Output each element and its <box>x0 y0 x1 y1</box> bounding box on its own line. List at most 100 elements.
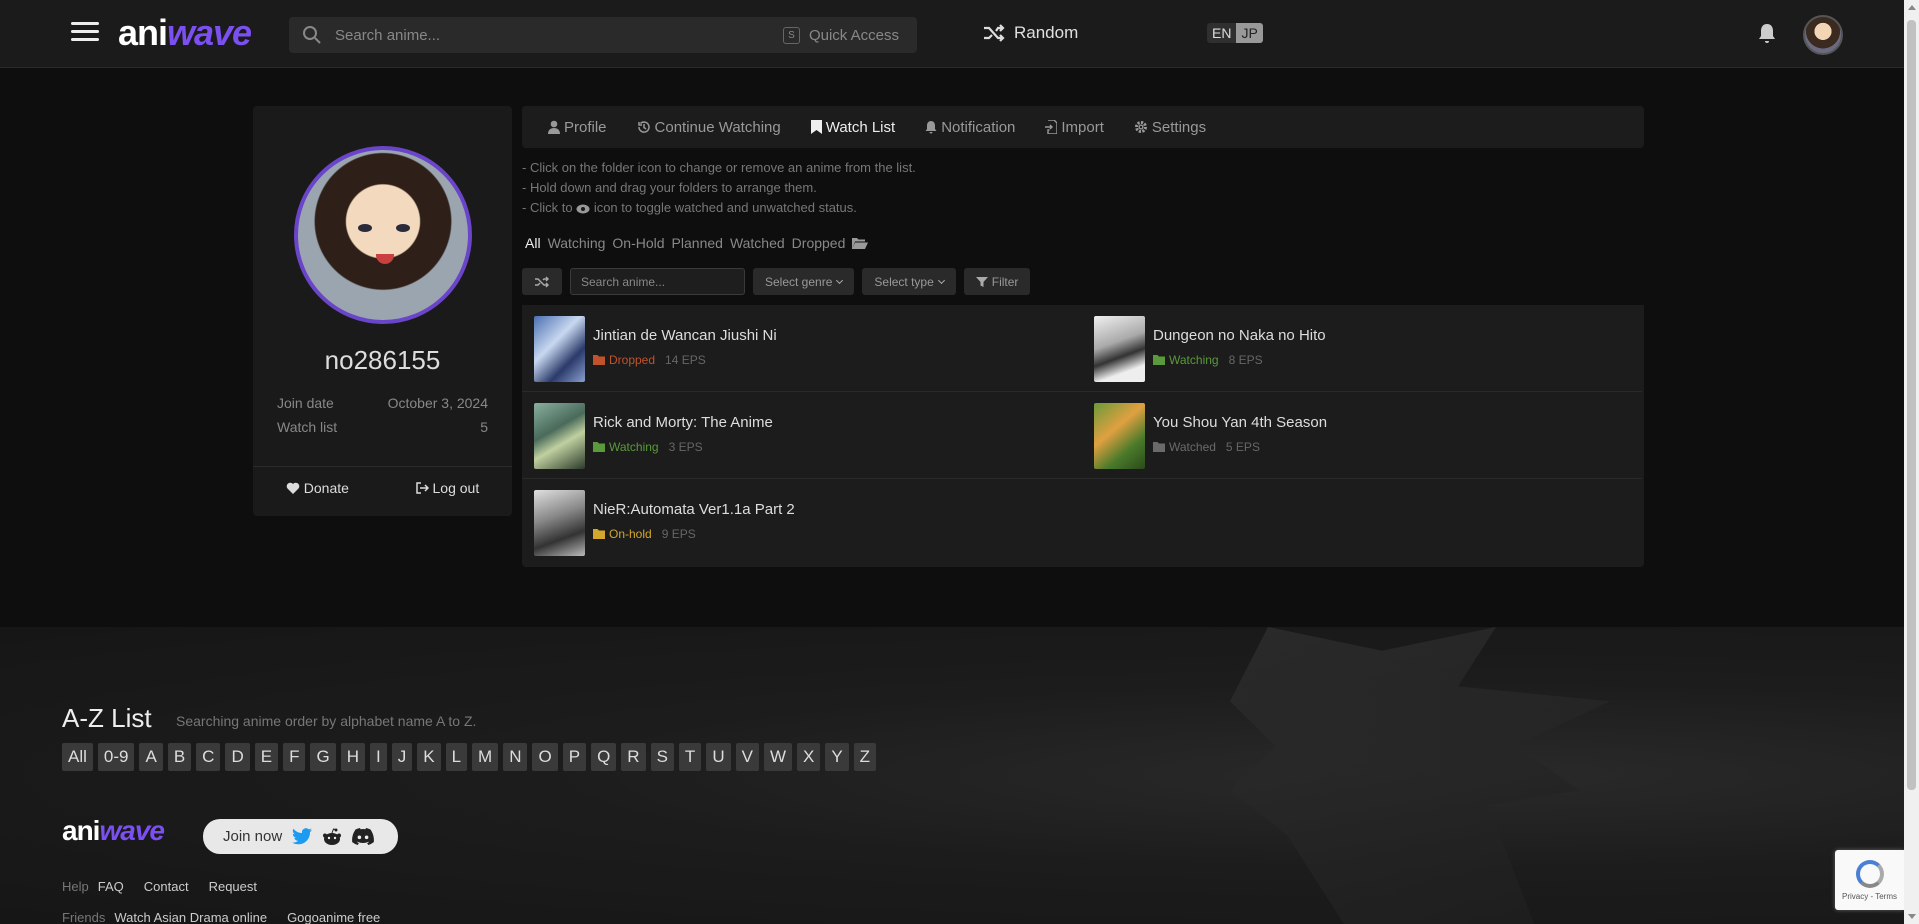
tab-notification[interactable]: Notification <box>925 119 1015 136</box>
search-icon[interactable] <box>289 25 335 45</box>
reddit-icon[interactable] <box>322 827 342 846</box>
az-letter-t[interactable]: T <box>678 743 702 771</box>
folder-all[interactable]: All <box>525 235 541 251</box>
profile-tabs: Profile Continue Watching Watch List Not… <box>522 106 1644 148</box>
az-letter-o[interactable]: O <box>532 743 558 771</box>
friend-link[interactable]: Gogoanime free <box>287 910 380 924</box>
hamburger-menu-icon[interactable] <box>71 22 99 46</box>
watchlist-search-input[interactable] <box>570 268 745 295</box>
user-avatar[interactable] <box>1803 15 1843 55</box>
random-button[interactable]: Random <box>982 23 1078 43</box>
tab-continue-watching[interactable]: Continue Watching <box>637 119 781 136</box>
az-letter-e[interactable]: E <box>254 743 279 771</box>
az-letter-c[interactable]: C <box>196 743 221 771</box>
scroll-up-arrow-icon[interactable] <box>1908 5 1916 10</box>
watchlist-item: Rick and Morty: The Anime Watching 3 EPS <box>522 392 1082 479</box>
anime-poster[interactable] <box>1094 316 1145 382</box>
az-letter-r[interactable]: R <box>621 743 646 771</box>
az-letter-z[interactable]: Z <box>853 743 877 771</box>
az-letter-b[interactable]: B <box>167 743 192 771</box>
az-letter-all[interactable]: All <box>62 743 93 771</box>
az-letter-m[interactable]: M <box>472 743 499 771</box>
twitter-icon[interactable] <box>292 828 313 845</box>
friend-link[interactable]: Watch Asian Drama online <box>114 910 267 924</box>
az-letter-q[interactable]: Q <box>591 743 617 771</box>
az-letter-l[interactable]: L <box>445 743 468 771</box>
anime-poster[interactable] <box>534 490 585 556</box>
az-letter-s[interactable]: S <box>650 743 674 771</box>
profile-avatar <box>294 146 472 324</box>
top-header: aniwave S Quick Access Random EN JP <box>0 0 1904 68</box>
status-badge[interactable]: On-hold <box>593 527 652 541</box>
az-letter-p[interactable]: P <box>562 743 587 771</box>
az-letter-a[interactable]: A <box>139 743 163 771</box>
status-badge[interactable]: Dropped <box>593 353 655 367</box>
search-input[interactable] <box>335 26 783 44</box>
az-letter-j[interactable]: J <box>391 743 413 771</box>
select-genre-dropdown[interactable]: Select genre <box>753 268 855 295</box>
footer-logo[interactable]: aniwave <box>62 815 165 847</box>
folder-watched[interactable]: Watched <box>730 235 785 251</box>
status-badge[interactable]: Watching <box>593 440 659 454</box>
join-now-pill: Join now <box>203 819 398 854</box>
language-toggle[interactable]: EN JP <box>1207 23 1263 43</box>
az-letter-k[interactable]: K <box>417 743 441 771</box>
az-letter-i[interactable]: I <box>369 743 387 771</box>
anime-poster[interactable] <box>534 316 585 382</box>
anime-title[interactable]: You Shou Yan 4th Season <box>1153 414 1327 431</box>
lang-en[interactable]: EN <box>1207 23 1237 43</box>
anime-title[interactable]: Jintian de Wancan Jiushi Ni <box>593 327 777 344</box>
site-logo[interactable]: aniwave <box>118 12 252 54</box>
donate-button[interactable]: Donate <box>286 480 349 496</box>
anime-poster[interactable] <box>1094 403 1145 469</box>
az-letter-u[interactable]: U <box>706 743 731 771</box>
tab-label: Import <box>1061 118 1104 136</box>
status-badge[interactable]: Watched <box>1153 440 1216 454</box>
status-badge[interactable]: Watching <box>1153 353 1219 367</box>
az-letter-h[interactable]: H <box>340 743 365 771</box>
anime-meta: Dropped 14 EPS <box>593 353 706 367</box>
anime-title[interactable]: Dungeon no Naka no Hito <box>1153 327 1326 344</box>
bookmark-icon <box>810 120 822 134</box>
folder-planned[interactable]: Planned <box>672 235 723 251</box>
logout-button[interactable]: Log out <box>415 480 479 496</box>
page-scrollbar[interactable] <box>1904 0 1919 924</box>
episode-count: 3 EPS <box>668 440 703 454</box>
tab-watch-list[interactable]: Watch List <box>810 119 895 136</box>
tab-settings[interactable]: Settings <box>1134 119 1206 136</box>
scroll-down-arrow-icon[interactable] <box>1908 914 1916 919</box>
az-letter-0-9[interactable]: 0-9 <box>97 743 135 771</box>
az-letter-g[interactable]: G <box>310 743 336 771</box>
az-letter-n[interactable]: N <box>503 743 528 771</box>
scrollbar-thumb[interactable] <box>1907 20 1916 790</box>
filter-button[interactable]: Filter <box>963 268 1031 295</box>
tab-label: Profile <box>564 118 607 136</box>
anime-title[interactable]: NieR:Automata Ver1.1a Part 2 <box>593 501 795 518</box>
faq-link[interactable]: FAQ <box>98 879 124 894</box>
tab-profile[interactable]: Profile <box>548 119 607 136</box>
select-type-dropdown[interactable]: Select type <box>862 268 956 295</box>
folder-watching[interactable]: Watching <box>548 235 606 251</box>
recaptcha-badge[interactable]: Privacy - Terms <box>1835 850 1904 910</box>
quick-access-button[interactable]: S Quick Access <box>782 26 899 44</box>
anime-poster[interactable] <box>534 403 585 469</box>
folder-open-icon[interactable] <box>852 237 869 250</box>
az-letter-v[interactable]: V <box>735 743 759 771</box>
folder-on-hold[interactable]: On-Hold <box>612 235 664 251</box>
notification-bell-icon[interactable] <box>1757 22 1777 49</box>
request-link[interactable]: Request <box>209 879 257 894</box>
contact-link[interactable]: Contact <box>144 879 189 894</box>
type-label: Select type <box>874 274 934 289</box>
az-letter-f[interactable]: F <box>283 743 306 771</box>
az-letter-d[interactable]: D <box>225 743 250 771</box>
anime-meta: On-hold 9 EPS <box>593 527 696 541</box>
az-letter-w[interactable]: W <box>763 743 792 771</box>
lang-jp[interactable]: JP <box>1236 23 1263 43</box>
tab-import[interactable]: Import <box>1045 119 1104 136</box>
discord-icon[interactable] <box>352 828 375 845</box>
az-letter-x[interactable]: X <box>796 743 821 771</box>
folder-dropped[interactable]: Dropped <box>792 235 846 251</box>
anime-title[interactable]: Rick and Morty: The Anime <box>593 414 773 431</box>
shuffle-button[interactable] <box>522 268 562 295</box>
az-letter-y[interactable]: Y <box>825 743 849 771</box>
